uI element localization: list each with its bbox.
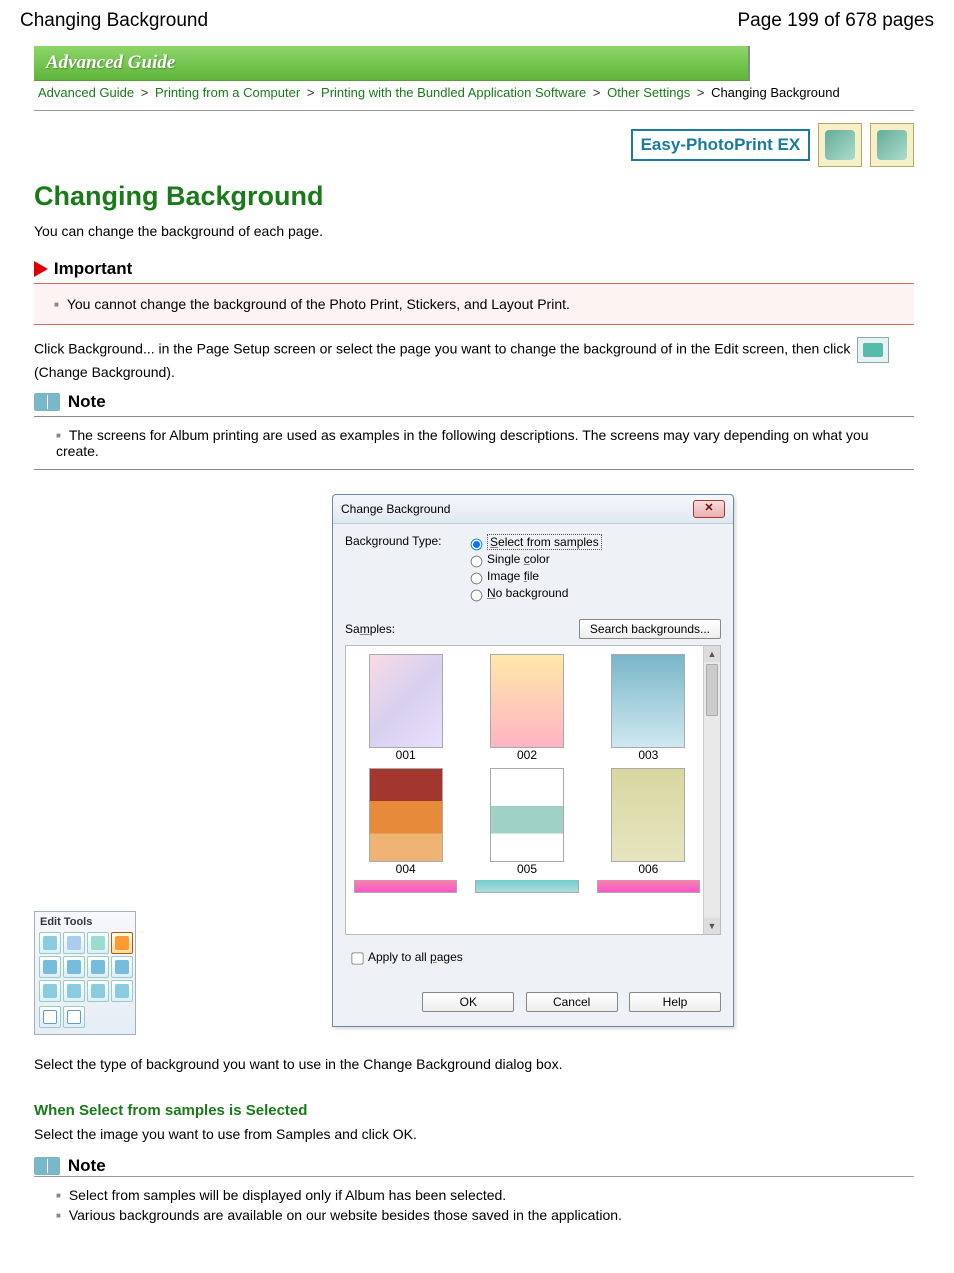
sample-001-label: 001 [354, 748, 457, 762]
crumb-bundled-app[interactable]: Printing with the Bundled Application So… [321, 85, 586, 100]
section-select-samples-text: Select the image you want to use from Sa… [34, 1125, 914, 1144]
note2-item-1: Select from samples will be displayed on… [56, 1185, 906, 1205]
scroll-down-icon[interactable]: ▼ [704, 918, 720, 934]
tool-3[interactable] [87, 932, 109, 954]
tool-1[interactable] [39, 932, 61, 954]
samples-label: Samples: [345, 622, 395, 636]
tool-2[interactable] [63, 932, 85, 954]
palette-title: Edit Tools [37, 914, 133, 930]
sample-006[interactable] [611, 768, 685, 862]
page-indicator: Page 199 of 678 pages [737, 10, 934, 32]
tool-8[interactable] [111, 956, 133, 978]
tool-5[interactable] [39, 956, 61, 978]
brand-badge: Easy-PhotoPrint EX [631, 129, 811, 161]
note2-title: Note [68, 1156, 106, 1176]
crumb-advanced-guide[interactable]: Advanced Guide [38, 85, 134, 100]
tool-9[interactable] [39, 980, 61, 1002]
help-button[interactable]: Help [629, 992, 721, 1012]
section-select-samples-heading: When Select from samples is Selected [34, 1102, 914, 1119]
ok-button[interactable]: OK [422, 992, 514, 1012]
samples-scrollbar[interactable]: ▲ ▼ [703, 646, 720, 934]
sample-002[interactable] [490, 654, 564, 748]
instruction-para: Click Background... in the Page Setup sc… [34, 337, 914, 382]
sample-004[interactable] [369, 768, 443, 862]
scroll-thumb[interactable] [706, 664, 718, 716]
important-item: You cannot change the background of the … [54, 294, 906, 314]
heading-main: Changing Background [34, 181, 914, 212]
tool-text-a[interactable] [39, 1006, 61, 1028]
tool-7[interactable] [87, 956, 109, 978]
radio-no-background[interactable]: No background [465, 586, 602, 602]
edit-tools-palette: Edit Tools [34, 911, 136, 1035]
sample-005[interactable] [490, 768, 564, 862]
apply-all-pages-checkbox[interactable]: Apply to all pages [347, 950, 463, 964]
tool-10[interactable] [63, 980, 85, 1002]
note-item: The screens for Album printing are used … [56, 425, 906, 461]
sample-003[interactable] [611, 654, 685, 748]
note2-item-2: Various backgrounds are available on our… [56, 1205, 906, 1225]
sample-003-label: 003 [597, 748, 700, 762]
note-title: Note [68, 392, 106, 412]
sample-partial-1[interactable] [354, 880, 457, 893]
note-box: The screens for Album printing are used … [34, 416, 914, 470]
scroll-up-icon[interactable]: ▲ [704, 646, 720, 662]
tool-11[interactable] [87, 980, 109, 1002]
brand-icon-2 [870, 123, 914, 167]
tool-6[interactable] [63, 956, 85, 978]
tool-change-background[interactable] [111, 932, 133, 954]
tool-12[interactable] [111, 980, 133, 1002]
brand-icon-1 [818, 123, 862, 167]
sample-001[interactable] [369, 654, 443, 748]
sample-partial-2[interactable] [475, 880, 578, 893]
breadcrumb: Advanced Guide > Printing from a Compute… [38, 81, 914, 106]
sample-004-label: 004 [354, 862, 457, 876]
radio-single-color[interactable]: Single color [465, 552, 602, 568]
tool-text-b[interactable] [63, 1006, 85, 1028]
crumb-current: Changing Background [711, 85, 840, 100]
radio-image-file[interactable]: Image file [465, 569, 602, 585]
after-dialog-text: Select the type of background you want t… [34, 1055, 914, 1074]
crumb-printing-computer[interactable]: Printing from a Computer [155, 85, 300, 100]
bg-type-label: Background Type: [345, 534, 465, 548]
important-box: You cannot change the background of the … [34, 283, 914, 325]
note-icon [34, 1157, 60, 1175]
sample-006-label: 006 [597, 862, 700, 876]
samples-list: 001 002 003 004 005 006 [345, 645, 721, 935]
page-title: Changing Background [20, 10, 208, 32]
dialog-title: Change Background [341, 502, 450, 516]
sample-partial-3[interactable] [597, 880, 700, 893]
radio-select-samples[interactable]: Select from samples [465, 535, 602, 551]
guide-banner: Advanced Guide [34, 46, 750, 81]
important-flag-icon [34, 261, 48, 277]
crumb-other-settings[interactable]: Other Settings [607, 85, 690, 100]
intro-text: You can change the background of each pa… [34, 222, 914, 241]
sample-005-label: 005 [475, 862, 578, 876]
change-background-dialog: Change Background ✕ Background Type: Sel… [332, 494, 734, 1027]
sample-002-label: 002 [475, 748, 578, 762]
dialog-close-button[interactable]: ✕ [693, 500, 725, 518]
cancel-button[interactable]: Cancel [526, 992, 618, 1012]
change-background-icon [857, 337, 889, 363]
search-backgrounds-button[interactable]: Search backgrounds... [579, 619, 721, 639]
note-icon [34, 393, 60, 411]
important-title: Important [54, 259, 132, 279]
